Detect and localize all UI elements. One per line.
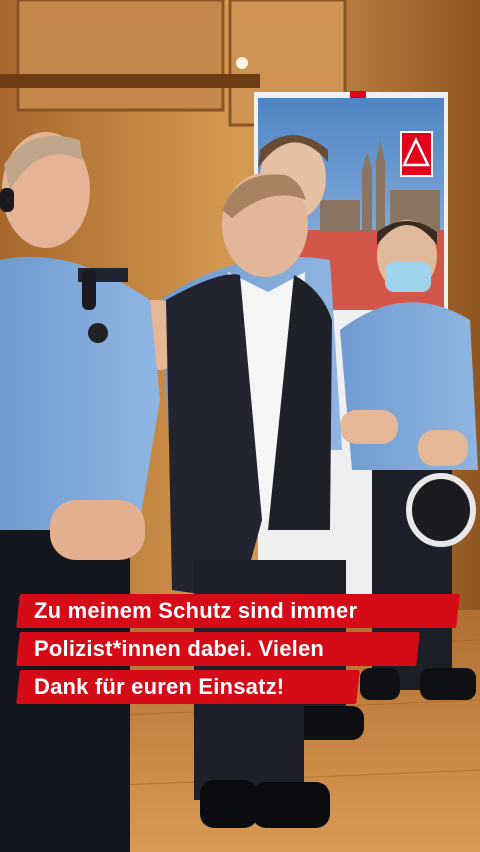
story-caption: Zu meinem Schutz sind immer Polizist*inn…	[16, 592, 464, 706]
wall-rail	[0, 74, 260, 88]
story-frame: Zu meinem Schutz sind immer Polizist*inn…	[0, 0, 480, 852]
caption-text-1: Zu meinem Schutz sind immer	[34, 598, 358, 623]
face-mask	[385, 262, 431, 292]
radio-microphone	[82, 270, 96, 310]
caption-text-2: Polizist*innen dabei. Vielen	[34, 636, 325, 661]
event-photo	[0, 0, 480, 852]
ceiling-light	[236, 57, 248, 69]
ig-metall-logo	[400, 131, 433, 177]
caption-line: Zu meinem Schutz sind immer	[16, 592, 464, 630]
caption-line: Dank für euren Einsatz!	[16, 668, 464, 706]
police-cap	[406, 473, 476, 547]
caption-line: Polizist*innen dabei. Vielen	[16, 630, 464, 668]
wall-panel	[16, 0, 225, 112]
earpiece	[0, 188, 14, 212]
caption-text-3: Dank für euren Einsatz!	[34, 674, 285, 699]
